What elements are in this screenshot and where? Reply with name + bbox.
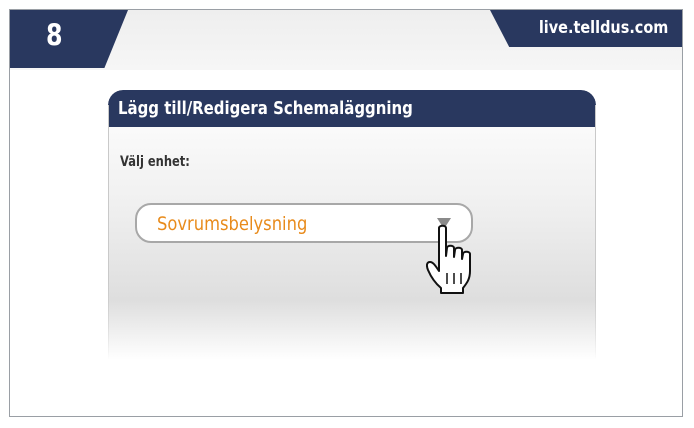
dialog-header: Lägg till/Redigera Schemaläggning <box>108 90 596 127</box>
dialog-title: Lägg till/Redigera Schemaläggning <box>118 98 413 119</box>
site-url-tab: live.telldus.com <box>490 10 682 47</box>
slide-frame: 8 live.telldus.com Lägg till/Redigera Sc… <box>9 9 683 417</box>
device-select[interactable]: Sovrumsbelysning <box>135 203 473 243</box>
hand-pointer-icon <box>426 224 471 294</box>
device-select-value: Sovrumsbelysning <box>157 213 308 235</box>
site-url: live.telldus.com <box>538 18 668 38</box>
device-label: Välj enhet: <box>120 154 190 170</box>
step-number: 8 <box>46 18 63 52</box>
schedule-dialog: Lägg till/Redigera Schemaläggning Välj e… <box>108 90 596 360</box>
